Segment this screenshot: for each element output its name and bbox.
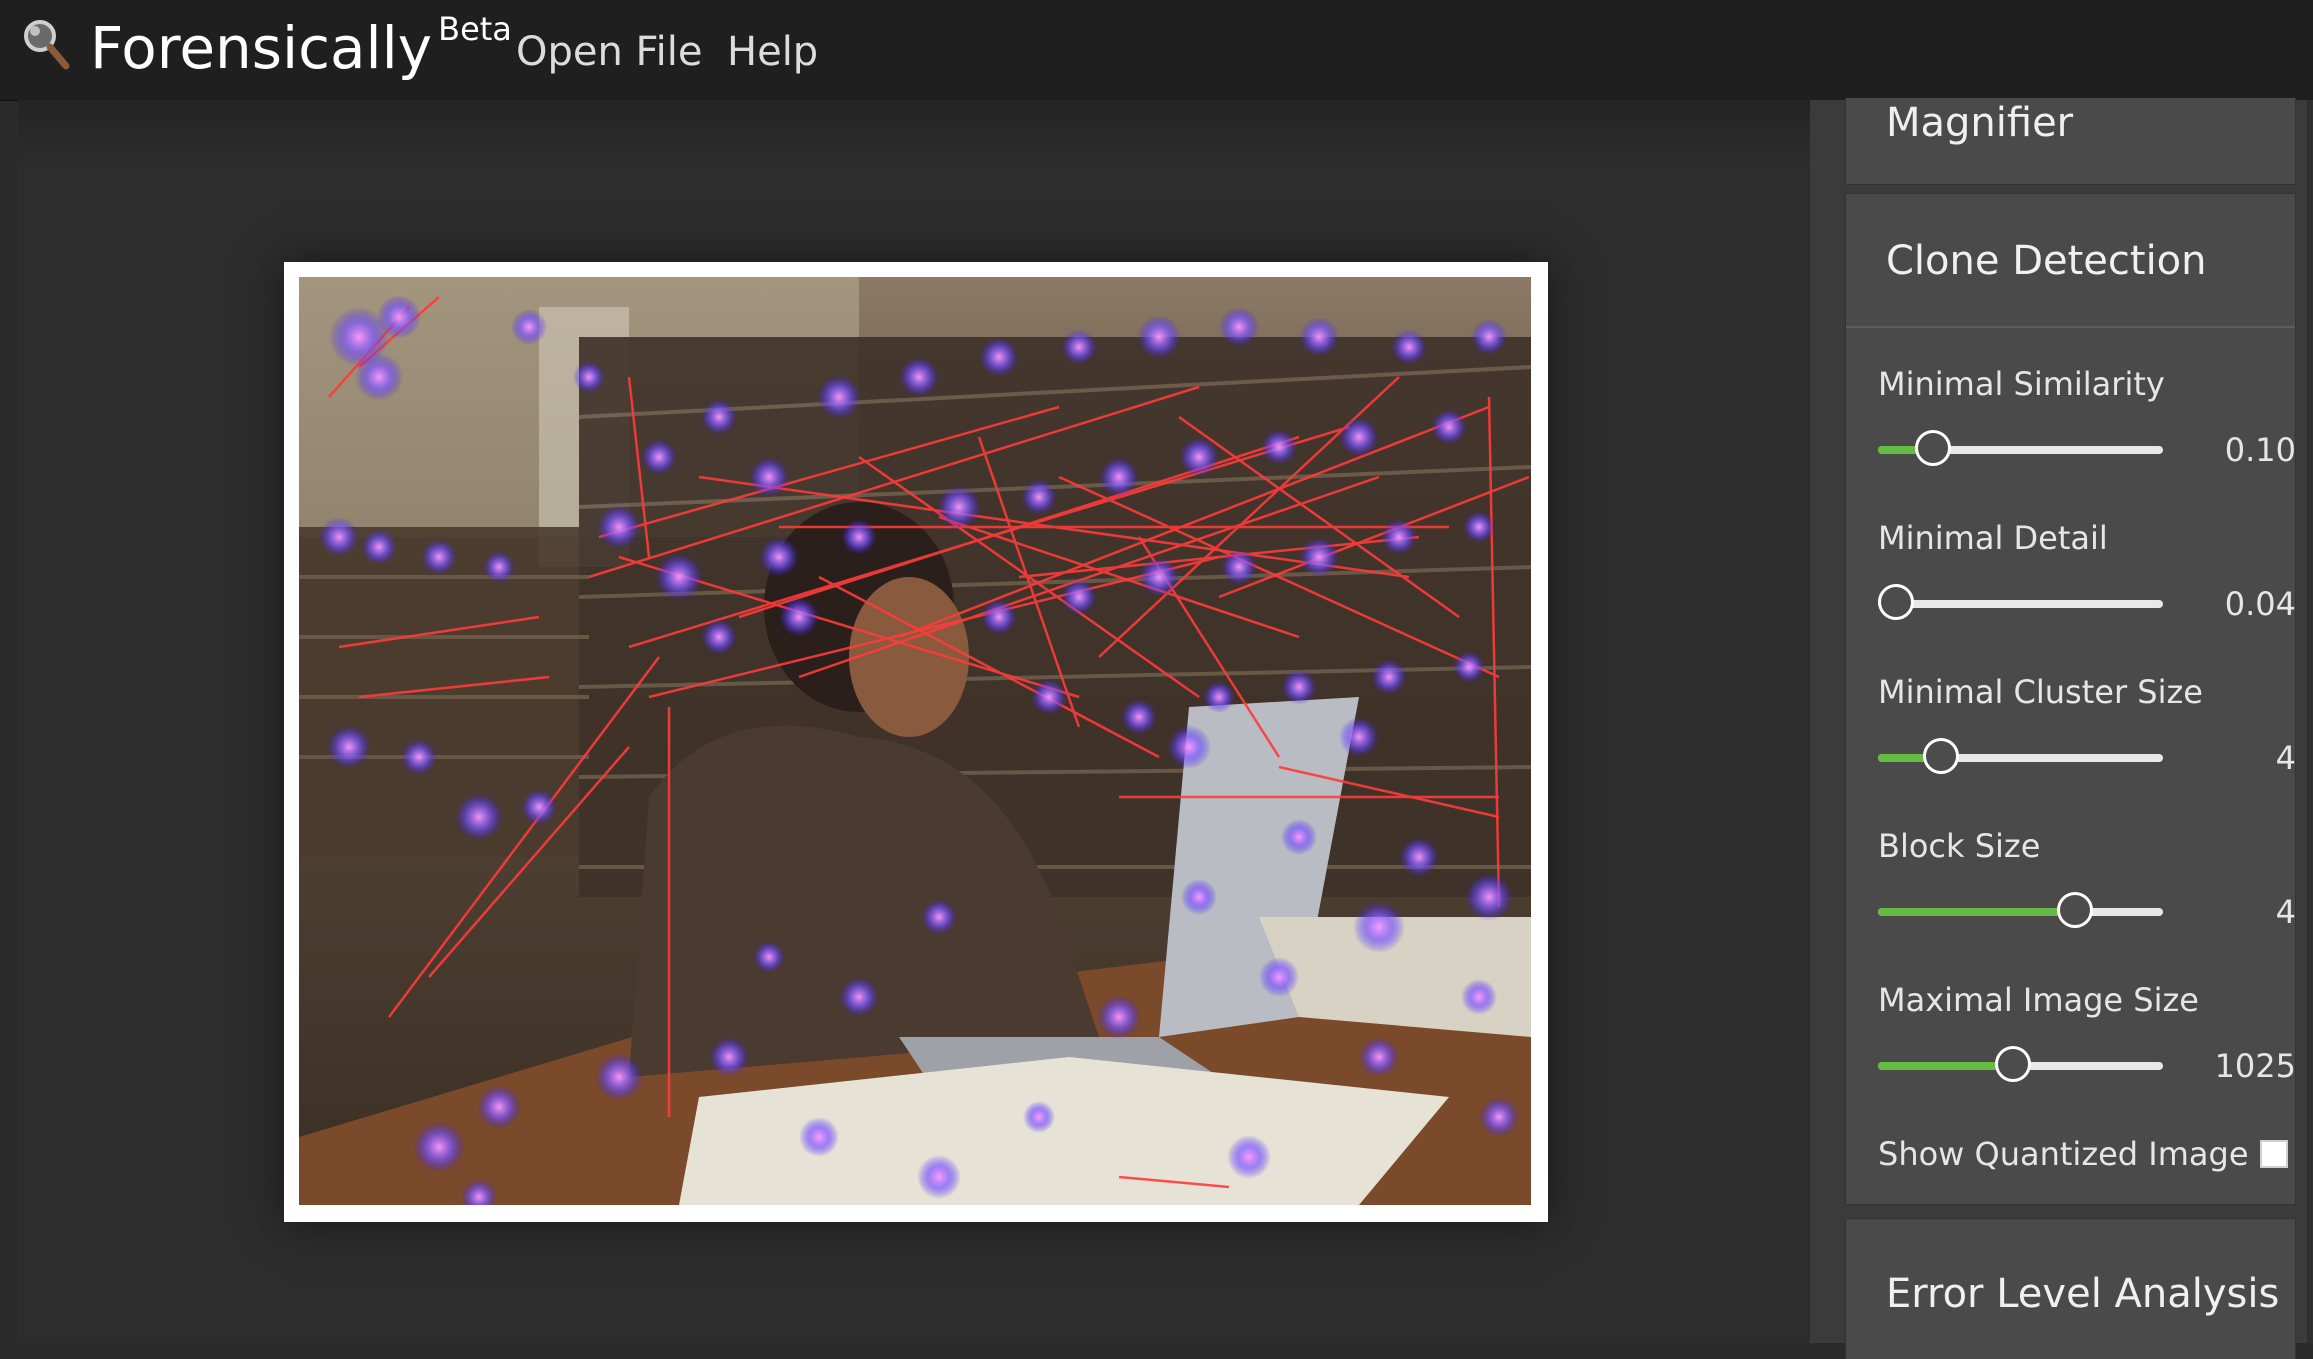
slider-fill <box>1878 908 2076 916</box>
show-quantized-checkbox[interactable] <box>2260 1140 2288 1168</box>
block-size-label: Block Size <box>1878 827 2041 865</box>
maximal-image-size-value: 1025 <box>2214 1047 2296 1085</box>
minimal-detail-label: Minimal Detail <box>1878 519 2108 557</box>
block-size-control: Block Size 4 <box>1878 826 2296 936</box>
error-level-analysis-panel[interactable]: Error Level Analysis <box>1845 1218 2296 1359</box>
magnifier-icon <box>24 20 70 70</box>
minimal-detail-control: Minimal Detail 0.04 <box>1878 518 2296 628</box>
maximal-image-size-label: Maximal Image Size <box>1878 981 2199 1019</box>
minimal-similarity-value: 0.10 <box>2224 431 2296 469</box>
slider-thumb[interactable] <box>1915 430 1952 466</box>
minimal-cluster-size-label: Minimal Cluster Size <box>1878 673 2203 711</box>
minimal-detail-value: 0.04 <box>2224 585 2296 623</box>
help-link[interactable]: Help <box>727 26 818 78</box>
slider-track <box>1878 600 2163 608</box>
slider-thumb[interactable] <box>1995 1046 2032 1082</box>
app-title-text: Forensically <box>90 14 433 82</box>
maximal-image-size-slider[interactable] <box>1878 1046 2163 1086</box>
minimal-similarity-control: Minimal Similarity 0.10 <box>1878 364 2296 474</box>
slider-fill <box>1878 1062 2014 1070</box>
magnifier-panel[interactable]: Magnifier <box>1845 98 2296 185</box>
app-title: Forensically Beta <box>90 10 512 93</box>
slider-thumb[interactable] <box>1922 738 1959 774</box>
clone-detection-title[interactable]: Clone Detection <box>1886 236 2207 286</box>
block-size-value: 4 <box>2275 893 2296 931</box>
minimal-cluster-size-control: Minimal Cluster Size 4 <box>1878 672 2296 782</box>
slider-thumb[interactable] <box>2057 892 2094 928</box>
show-quantized-row: Show Quantized Image <box>1878 1134 2288 1184</box>
minimal-similarity-slider[interactable] <box>1878 430 2163 470</box>
error-level-analysis-title[interactable]: Error Level Analysis <box>1886 1269 2279 1319</box>
tools-sidebar: Magnifier Clone Detection Minimal Simila… <box>1810 98 2313 1359</box>
image-workspace <box>18 100 1810 1343</box>
image-frame <box>284 262 1548 1222</box>
maximal-image-size-control: Maximal Image Size 1025 <box>1878 980 2296 1090</box>
clone-detection-panel: Clone Detection Minimal Similarity 0.10 … <box>1845 193 2296 1205</box>
panel-divider <box>1846 326 2295 328</box>
show-quantized-label: Show Quantized Image <box>1878 1135 2249 1173</box>
minimal-detail-slider[interactable] <box>1878 584 2163 624</box>
slider-thumb[interactable] <box>1878 584 1914 620</box>
minimal-similarity-label: Minimal Similarity <box>1878 365 2165 403</box>
minimal-cluster-size-slider[interactable] <box>1878 738 2163 778</box>
block-size-slider[interactable] <box>1878 892 2163 932</box>
top-bar: Forensically Beta Open File Help <box>0 0 2313 101</box>
magnifier-title[interactable]: Magnifier <box>1886 98 2073 148</box>
analyzed-image[interactable] <box>299 277 1531 1205</box>
minimal-cluster-size-value: 4 <box>2275 739 2296 777</box>
sidebar-scrollbar[interactable] <box>2307 100 2313 1343</box>
open-file-link[interactable]: Open File <box>516 26 702 78</box>
beta-badge: Beta <box>438 10 512 48</box>
